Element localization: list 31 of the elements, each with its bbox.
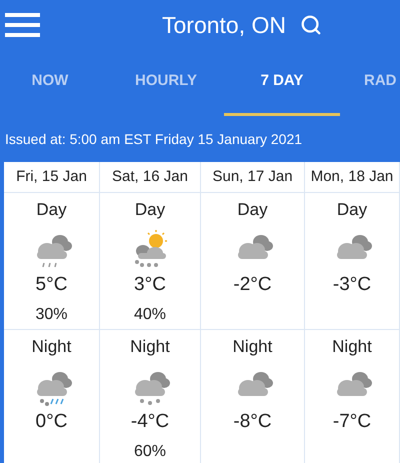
issued-time: Issued at: 5:00 am EST Friday 15 January 2021 — [5, 130, 302, 149]
tab[interactable]: HOURLY — [108, 50, 224, 116]
location-title: Toronto, ON — [162, 10, 286, 40]
search-icon[interactable] — [300, 14, 322, 36]
period-label: Day — [36, 199, 67, 221]
temperature: -7°C — [332, 410, 372, 434]
period-label: Night — [130, 336, 170, 358]
date-header: Fri, 15 Jan — [16, 166, 87, 187]
date-header: Sat, 16 Jan — [112, 166, 188, 187]
menu-icon[interactable] — [5, 13, 40, 37]
tab[interactable]: NOW — [0, 50, 108, 116]
temperature: 5°C — [36, 273, 68, 297]
period-label: Day — [134, 199, 166, 221]
temperature: -8°C — [233, 410, 272, 434]
temperature: -4°C — [130, 410, 170, 434]
precipitation-chance: 30% — [35, 305, 68, 325]
temperature: 0°C — [36, 410, 68, 434]
period-label: Night — [32, 336, 72, 358]
period-label: Night — [232, 336, 272, 358]
precipitation-chance: 60% — [134, 442, 166, 462]
tab[interactable]: 7 DAY — [224, 50, 340, 116]
tab[interactable]: RAD — [340, 50, 400, 116]
temperature: -2°C — [233, 273, 272, 297]
temperature: -3°C — [332, 273, 372, 297]
temperature: 3°C — [134, 273, 166, 297]
period-label: Day — [237, 199, 268, 221]
period-label: Night — [332, 336, 372, 358]
date-header: Sun, 17 Jan — [212, 166, 293, 187]
period-label: Day — [336, 199, 368, 221]
date-header: Mon, 18 Jan — [310, 166, 394, 187]
precipitation-chance: 40% — [134, 305, 166, 325]
